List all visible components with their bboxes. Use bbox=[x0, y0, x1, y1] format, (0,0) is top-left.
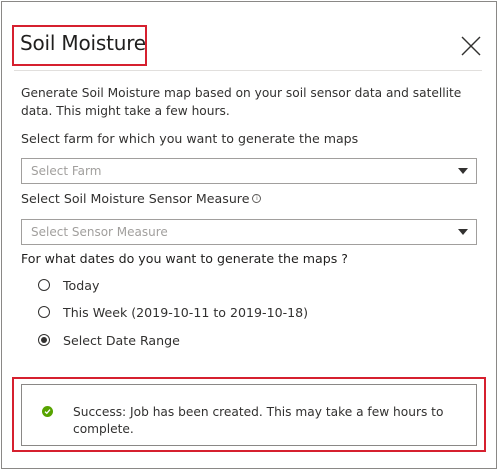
caret-down-icon bbox=[458, 229, 468, 235]
close-icon[interactable] bbox=[459, 34, 483, 58]
sensor-label: Select Soil Moisture Sensor Measure bbox=[21, 191, 250, 206]
sensor-select[interactable]: Select Sensor Measure bbox=[21, 219, 477, 245]
radio-label: This Week (2019-10-11 to 2019-10-18) bbox=[63, 305, 309, 320]
farm-label: Select farm for which you want to genera… bbox=[21, 131, 359, 146]
panel-title: Soil Moisture bbox=[20, 31, 146, 55]
dates-question: For what dates do you want to generate t… bbox=[21, 251, 348, 266]
radio-button-selected[interactable] bbox=[38, 334, 50, 346]
sensor-select-placeholder: Select Sensor Measure bbox=[31, 225, 168, 239]
farm-select-placeholder: Select Farm bbox=[31, 164, 102, 178]
sensor-label-row: Select Soil Moisture Sensor Measure i bbox=[21, 191, 262, 206]
title-divider bbox=[14, 70, 482, 71]
radio-label: Today bbox=[63, 278, 100, 293]
radio-button[interactable] bbox=[38, 306, 50, 318]
success-message-bar: Success: Job has been created. This may … bbox=[21, 384, 477, 446]
panel-description: Generate Soil Moisture map based on your… bbox=[21, 86, 462, 118]
caret-down-icon bbox=[458, 168, 468, 174]
success-check-icon bbox=[42, 406, 53, 417]
radio-button[interactable] bbox=[38, 279, 50, 291]
info-icon[interactable]: i bbox=[252, 194, 262, 203]
success-message: Success: Job has been created. This may … bbox=[73, 405, 444, 436]
radio-label: Select Date Range bbox=[63, 333, 180, 348]
farm-select[interactable]: Select Farm bbox=[21, 158, 477, 184]
